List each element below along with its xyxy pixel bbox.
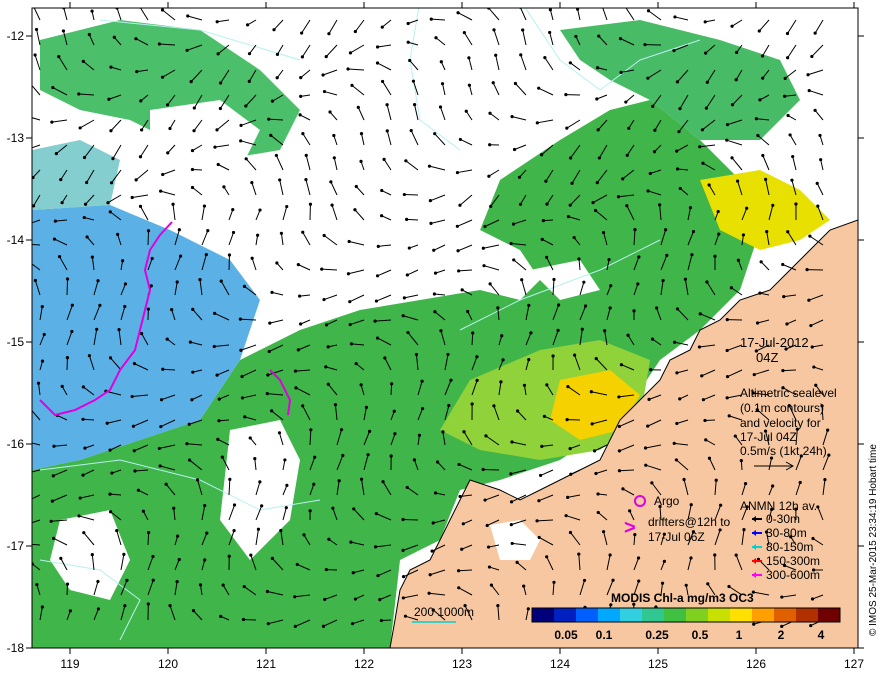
colorbar-cell	[730, 608, 753, 622]
lat-tick-label: -16	[7, 437, 25, 451]
credit-text: © IMOS 25-Mar-2015 23:34:19 Hobart time	[868, 444, 879, 636]
lon-tick-label: 126	[746, 657, 766, 671]
lon-tick-label: 122	[354, 657, 374, 671]
colorbar-cell	[774, 608, 797, 622]
argo-label: Argo	[654, 494, 680, 508]
drifters-line2: 17-Jul 06Z	[648, 530, 705, 544]
colorbar-cell	[532, 608, 555, 622]
colorbar-cells	[532, 608, 841, 622]
colorbar-tick-label: 4	[818, 628, 825, 642]
lat-tick-label: -12	[7, 29, 25, 43]
hour-label: 04Z	[756, 350, 778, 365]
lat-tick-label: -17	[7, 539, 25, 553]
chlorophyll-map: 119 120 121 122 123 124 125 126 127-12-13-14-15-…	[7, 2, 879, 671]
altimetry-line4: 17-Jul 04Z	[740, 430, 797, 444]
colorbar-title: MODIS Chl-a mg/m3 OC3	[611, 591, 754, 605]
colorbar-cell	[796, 608, 819, 622]
lat-tick-label: -18	[7, 641, 25, 655]
colorbar-cell	[752, 608, 775, 622]
lon-tick-label: 121	[256, 657, 276, 671]
colorbar-cell	[598, 608, 621, 622]
altimetry-line3: and velocity for	[740, 416, 821, 430]
colorbar-cell	[818, 608, 841, 622]
colorbar-cell	[620, 608, 643, 622]
colorbar-tick-label: 0.5	[692, 628, 709, 642]
date-label: 17-Jul-2012	[740, 335, 809, 350]
altimetry-line1: Altimetric sealevel	[740, 386, 837, 400]
altimetry-line2: (0.1m contours)	[740, 401, 824, 415]
anmn-item-label: 0-30m	[766, 512, 800, 526]
drifter-symbol: >	[624, 517, 636, 539]
colorbar-cell	[664, 608, 687, 622]
lon-tick-label: 124	[550, 657, 570, 671]
anmn-item-label: 80-150m	[766, 540, 813, 554]
colorbar-tick-label: 0.25	[645, 628, 669, 642]
lon-tick-label: 120	[158, 657, 178, 671]
plot-area	[32, 8, 858, 648]
colorbar-cell	[708, 608, 731, 622]
lat-tick-label: -14	[7, 233, 25, 247]
colorbar-cell	[554, 608, 577, 622]
lon-tick-label: 119	[60, 657, 79, 671]
lat-tick-label: -13	[7, 131, 25, 145]
lon-tick-label: 125	[648, 657, 668, 671]
anmn-item-label: 30-80m	[766, 526, 807, 540]
lat-tick-label: -15	[7, 335, 25, 349]
lon-tick-label: 123	[452, 657, 472, 671]
colorbar-tick-label: 1	[736, 628, 743, 642]
anmn-title: ANMN 12h av.	[740, 499, 817, 513]
anmn-item-label: 300-600m	[766, 568, 820, 582]
drifters-line1: drifters@12h to	[648, 515, 731, 529]
colorbar-tick-label: 0.1	[596, 628, 613, 642]
colorbar-tick-label: 0.05	[554, 628, 578, 642]
colorbar-cell	[576, 608, 599, 622]
lon-tick-label: 127	[844, 657, 864, 671]
anmn-item-label: 150-300m	[766, 554, 820, 568]
altimetry-line5: 0.5m/s (1kt 24h)	[740, 444, 827, 458]
colorbar-tick-label: 2	[778, 628, 785, 642]
scale-label: 200 1000m	[414, 605, 474, 619]
colorbar-cell	[642, 608, 665, 622]
colorbar-cell	[686, 608, 709, 622]
